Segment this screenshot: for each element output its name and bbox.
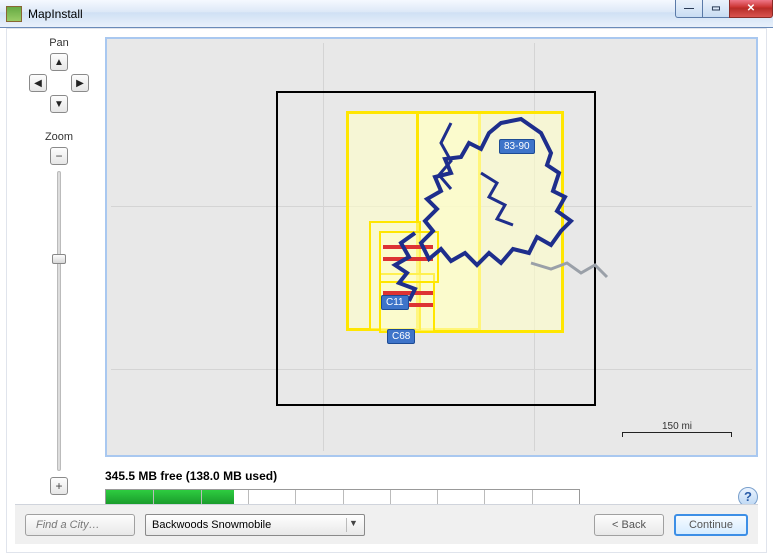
window-title: MapInstall <box>28 7 83 21</box>
back-button[interactable]: < Back <box>594 514 664 536</box>
zoom-out-button[interactable]: − <box>50 147 68 165</box>
map-controls-panel: Pan ▲ ◀ ▶ ▼ Zoom − + <box>19 37 99 527</box>
pan-up-button[interactable]: ▲ <box>50 53 68 71</box>
map-tag[interactable]: 83-90 <box>499 139 535 154</box>
client-area: Pan ▲ ◀ ▶ ▼ Zoom − + <box>6 28 767 553</box>
titlebar: MapInstall — ▭ ✕ <box>0 0 773 28</box>
bottom-bar: Find a City… Backwoods Snowmobile ▼ < Ba… <box>15 504 758 544</box>
map-tag[interactable]: C11 <box>381 295 409 310</box>
chevron-down-icon: ▼ <box>346 518 360 532</box>
zoom-label: Zoom <box>19 131 99 143</box>
zoom-in-button[interactable]: + <box>50 477 68 495</box>
pan-down-button[interactable]: ▼ <box>50 95 68 113</box>
map-viewport[interactable]: 83-90 C11 C68 150 mi <box>105 37 758 457</box>
scale-bar: 150 mi <box>622 421 732 439</box>
close-button[interactable]: ✕ <box>729 0 773 18</box>
pan-label: Pan <box>19 37 99 49</box>
map-canvas[interactable]: 83-90 C11 C68 150 mi <box>111 43 752 451</box>
find-city-button[interactable]: Find a City… <box>25 514 135 536</box>
storage-status: 345.5 MB free (138.0 MB used) <box>105 469 758 483</box>
product-dropdown-value: Backwoods Snowmobile <box>152 519 271 531</box>
map-tag[interactable]: C68 <box>387 329 415 344</box>
zoom-slider[interactable] <box>57 171 61 471</box>
app-icon <box>6 6 22 22</box>
product-dropdown[interactable]: Backwoods Snowmobile ▼ <box>145 514 365 536</box>
continue-button[interactable]: Continue <box>674 514 748 536</box>
storage-progress <box>105 489 580 505</box>
zoom-section: Zoom − + <box>19 131 99 495</box>
pan-left-button[interactable]: ◀ <box>29 74 47 92</box>
pan-pad: ▲ ◀ ▶ ▼ <box>29 53 89 113</box>
window-controls: — ▭ ✕ <box>676 0 773 18</box>
maximize-button[interactable]: ▭ <box>702 0 730 18</box>
zoom-thumb[interactable] <box>52 254 66 264</box>
scale-bar-label: 150 mi <box>622 421 732 432</box>
minimize-button[interactable]: — <box>675 0 703 18</box>
pan-right-button[interactable]: ▶ <box>71 74 89 92</box>
